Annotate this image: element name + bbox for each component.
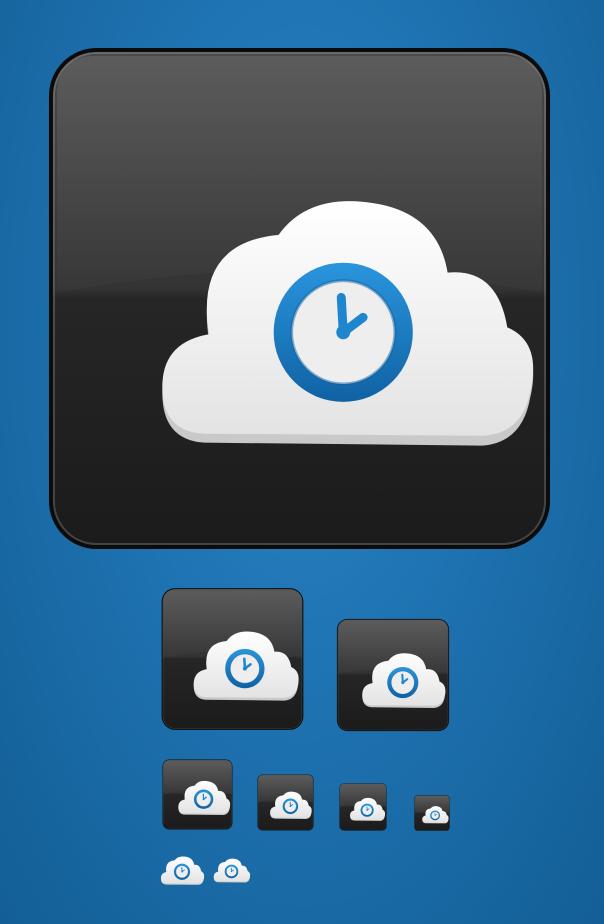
cloud-clock-icon	[414, 795, 450, 831]
cloud-clock-glyph	[213, 858, 251, 883]
app-icon-large	[44, 44, 555, 553]
clock-icon	[282, 798, 299, 815]
app-icon-small-72	[162, 759, 233, 830]
clock-icon	[225, 648, 265, 689]
app-icon-medium	[160, 587, 305, 731]
cloud-clock-icon	[161, 588, 304, 730]
cloud-glyph-36	[213, 856, 251, 884]
clock-icon	[224, 864, 239, 879]
cloud-clock-icon	[257, 774, 314, 831]
app-icon-medium-small	[336, 618, 450, 732]
clock-icon	[387, 666, 419, 699]
app-icon-small-48	[339, 783, 387, 831]
clock-icon	[193, 789, 214, 809]
clock-icon	[360, 803, 374, 817]
clock-icon	[173, 863, 191, 880]
clock-icon	[430, 810, 441, 821]
cloud-clock-icon	[336, 618, 450, 732]
cloud-glyph-42	[160, 854, 205, 886]
cloud-clock-glyph	[160, 856, 205, 885]
icon-showcase-canvas	[0, 0, 604, 924]
cloud-clock-icon	[339, 783, 387, 831]
clock-icon	[273, 262, 413, 402]
app-icon-small-32	[414, 795, 450, 831]
app-icon-small-57	[257, 774, 314, 831]
cloud-clock-icon	[162, 759, 233, 830]
cloud-clock-icon	[48, 47, 551, 550]
